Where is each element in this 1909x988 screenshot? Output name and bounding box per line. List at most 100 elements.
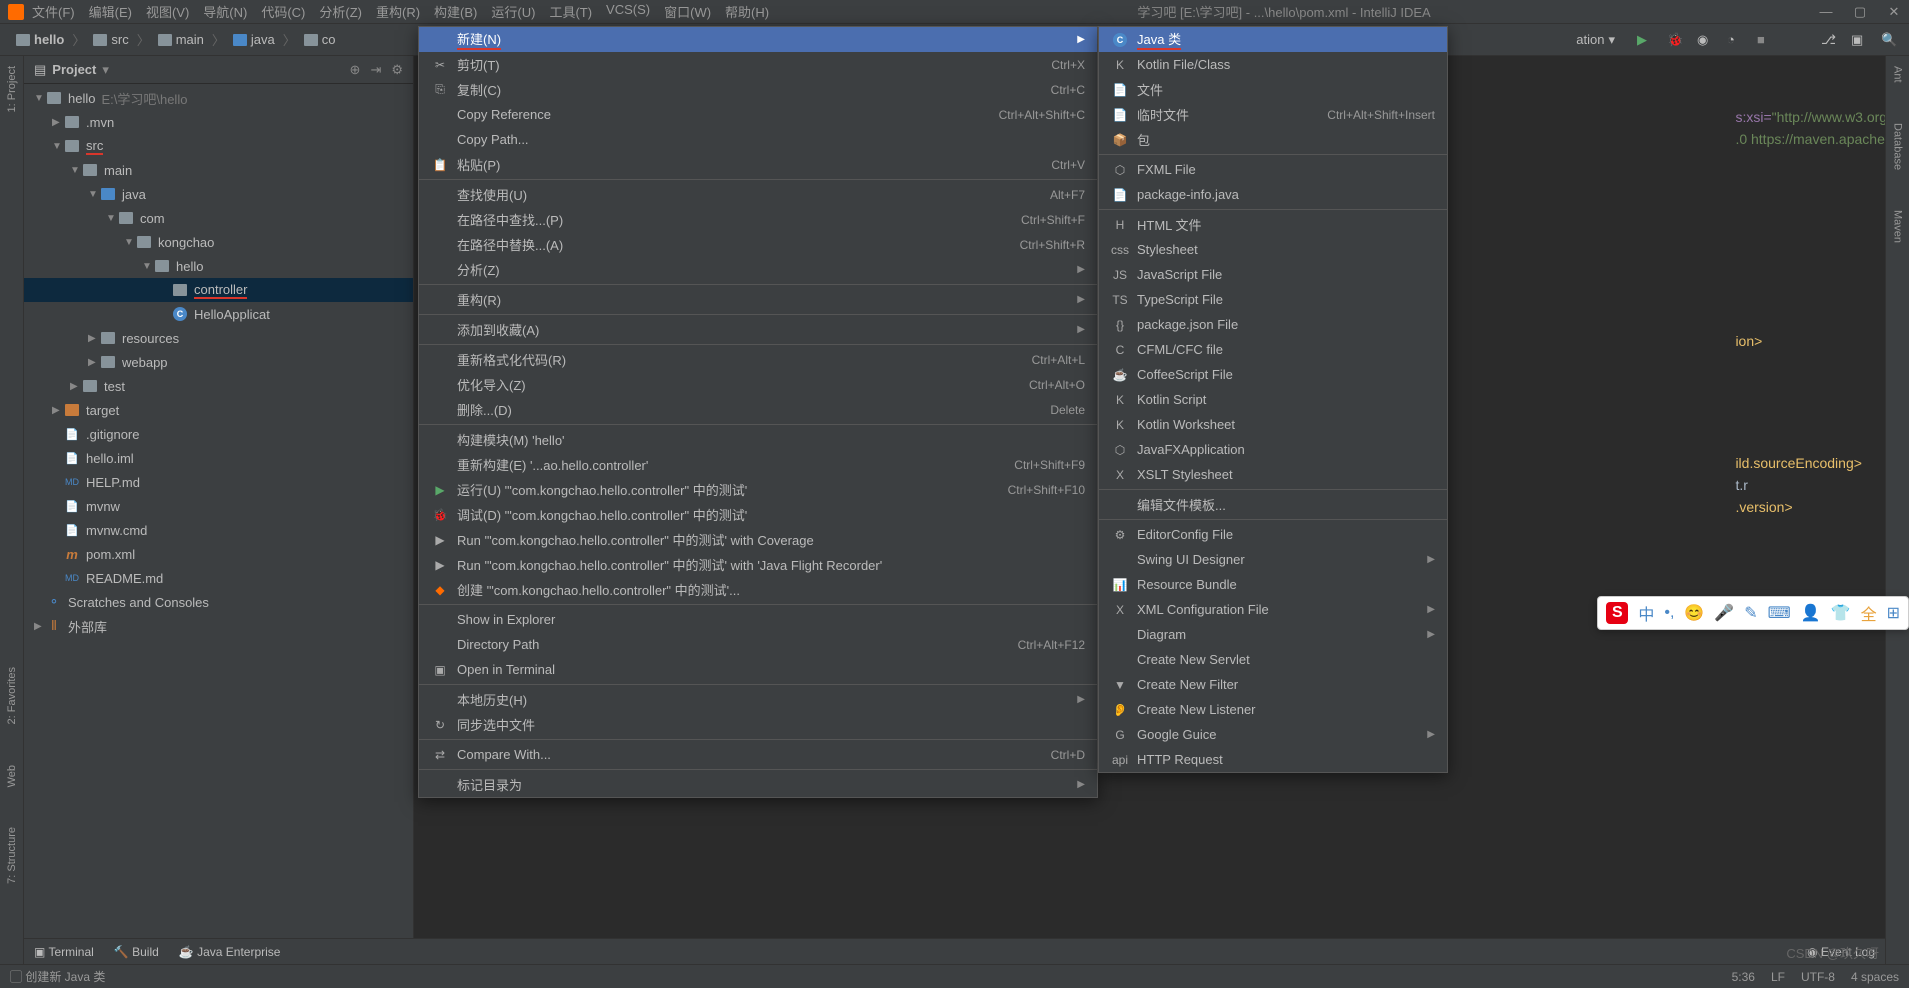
ime-grid-icon[interactable]: ⊞ xyxy=(1887,603,1900,623)
menu-file[interactable]: 文件(F) xyxy=(32,2,75,21)
coverage-icon[interactable]: ◉ xyxy=(1697,32,1713,48)
expand-arrow-icon[interactable]: ▶ xyxy=(88,333,100,344)
tree-node[interactable]: ▶resources xyxy=(24,326,413,350)
file-encoding[interactable]: UTF-8 xyxy=(1801,970,1835,984)
menu-item[interactable]: 📋粘贴(P)Ctrl+V xyxy=(419,152,1097,177)
breadcrumb-item[interactable]: java xyxy=(229,30,279,49)
menu-item[interactable]: 分析(Z)▶ xyxy=(419,257,1097,282)
tree-node[interactable]: 📄.gitignore xyxy=(24,422,413,446)
java-enterprise-tab[interactable]: ☕ Java Enterprise xyxy=(179,945,281,959)
menu-item[interactable]: Copy Path... xyxy=(419,127,1097,152)
menu-item[interactable]: KKotlin Script xyxy=(1099,387,1447,412)
stop-icon[interactable]: ■ xyxy=(1757,32,1773,48)
menu-item[interactable]: Show in Explorer xyxy=(419,607,1097,632)
menu-item[interactable]: 新建(N)▶ xyxy=(419,27,1097,52)
menu-item[interactable]: 重构(R)▶ xyxy=(419,287,1097,312)
minimize-icon[interactable]: — xyxy=(1819,5,1833,19)
expand-arrow-icon[interactable]: ▶ xyxy=(70,381,82,392)
expand-arrow-icon[interactable]: ▶ xyxy=(52,405,64,416)
menu-item[interactable]: cssStylesheet xyxy=(1099,237,1447,262)
expand-arrow-icon[interactable]: ▼ xyxy=(106,213,118,224)
debug-icon[interactable]: 🐞 xyxy=(1667,32,1683,48)
tree-node[interactable]: 📄mvnw.cmd xyxy=(24,518,413,542)
menu-item[interactable]: KKotlin Worksheet xyxy=(1099,412,1447,437)
menu-item[interactable]: CCFML/CFC file xyxy=(1099,337,1447,362)
menu-item[interactable]: 🐞调试(D) '"com.kongchao.hello.controller" … xyxy=(419,502,1097,527)
menu-item[interactable]: ⎘复制(C)Ctrl+C xyxy=(419,77,1097,102)
menu-item[interactable]: ▶Run '"com.kongchao.hello.controller" 中的… xyxy=(419,527,1097,552)
breadcrumb-item[interactable]: src xyxy=(89,30,132,49)
menu-item[interactable]: 标记目录为▶ xyxy=(419,772,1097,797)
search-icon[interactable]: 🔍 xyxy=(1881,32,1897,48)
ime-skin-icon[interactable]: 👕 xyxy=(1831,603,1851,623)
structure-tool-button[interactable]: 7: Structure xyxy=(6,827,18,884)
menu-item[interactable]: ↻同步选中文件 xyxy=(419,712,1097,737)
breadcrumb-item[interactable]: hello xyxy=(12,30,68,49)
menu-item[interactable]: ⬡FXML File xyxy=(1099,157,1447,182)
tree-node[interactable]: MDREADME.md xyxy=(24,566,413,590)
tree-node[interactable]: mpom.xml xyxy=(24,542,413,566)
menu-item[interactable]: 优化导入(Z)Ctrl+Alt+O xyxy=(419,372,1097,397)
ime-voice-icon[interactable]: 🎤 xyxy=(1714,603,1734,623)
tree-node[interactable]: ▼com xyxy=(24,206,413,230)
maven-tool-button[interactable]: Maven xyxy=(1892,210,1904,243)
tree-node[interactable]: ▶webapp xyxy=(24,350,413,374)
menu-item[interactable]: 📄package-info.java xyxy=(1099,182,1447,207)
menu-help[interactable]: 帮助(H) xyxy=(725,2,769,21)
menu-item[interactable]: HHTML 文件 xyxy=(1099,212,1447,237)
ime-keyboard-icon[interactable]: ⌨ xyxy=(1768,603,1791,623)
breadcrumb-item[interactable]: main xyxy=(154,30,208,49)
menu-vcs[interactable]: VCS(S) xyxy=(606,2,650,21)
expand-arrow-icon[interactable]: ▼ xyxy=(34,93,46,104)
menu-item[interactable]: 删除...(D)Delete xyxy=(419,397,1097,422)
expand-arrow-icon[interactable]: ▼ xyxy=(142,261,154,272)
menu-item[interactable]: {}package.json File xyxy=(1099,312,1447,337)
project-tree[interactable]: ▼helloE:\学习吧\hello▶.mvn▼src▼main▼java▼co… xyxy=(24,84,413,964)
menu-item[interactable]: 重新构建(E) '...ao.hello.controller'Ctrl+Shi… xyxy=(419,452,1097,477)
menu-item[interactable]: ▶Run '"com.kongchao.hello.controller" 中的… xyxy=(419,552,1097,577)
ime-emoji-icon[interactable]: 😊 xyxy=(1684,603,1704,623)
indent-info[interactable]: 4 spaces xyxy=(1851,970,1899,984)
ime-toolbar[interactable]: S 中 •, 😊 🎤 ✎ ⌨ 👤 👕 全 ⊞ xyxy=(1597,596,1909,630)
tree-node[interactable]: 📄mvnw xyxy=(24,494,413,518)
menu-item[interactable]: ☕CoffeeScript File xyxy=(1099,362,1447,387)
menu-item[interactable]: 📦包 xyxy=(1099,127,1447,152)
project-tool-button[interactable]: 1: Project xyxy=(6,66,18,112)
ant-tool-button[interactable]: Ant xyxy=(1892,66,1904,83)
ime-lang[interactable]: 中 xyxy=(1638,601,1654,625)
menu-item[interactable]: TSTypeScript File xyxy=(1099,287,1447,312)
line-separator[interactable]: LF xyxy=(1771,970,1785,984)
profiler-icon[interactable]: ◔ xyxy=(1727,32,1743,48)
menu-item[interactable]: ✂剪切(T)Ctrl+X xyxy=(419,52,1097,77)
tree-node[interactable]: CHelloApplicat xyxy=(24,302,413,326)
ime-user-icon[interactable]: 👤 xyxy=(1801,603,1821,623)
breadcrumb-item[interactable]: co xyxy=(300,30,340,49)
tree-node[interactable]: ▼kongchao xyxy=(24,230,413,254)
menu-item[interactable]: ⇄Compare With...Ctrl+D xyxy=(419,742,1097,767)
menu-item[interactable]: ▣Open in Terminal xyxy=(419,657,1097,682)
menu-item[interactable]: 重新格式化代码(R)Ctrl+Alt+L xyxy=(419,347,1097,372)
menu-item[interactable]: ⬡JavaFXApplication xyxy=(1099,437,1447,462)
menu-run[interactable]: 运行(U) xyxy=(491,2,535,21)
build-tab[interactable]: 🔨 Build xyxy=(114,945,159,959)
favorites-tool-button[interactable]: 2: Favorites xyxy=(6,667,18,724)
menu-build[interactable]: 构建(B) xyxy=(434,2,477,21)
menu-item[interactable]: ▶运行(U) '"com.kongchao.hello.controller" … xyxy=(419,477,1097,502)
menu-item[interactable]: Diagram▶ xyxy=(1099,622,1447,647)
database-tool-button[interactable]: Database xyxy=(1892,123,1904,170)
menu-item[interactable]: 📊Resource Bundle xyxy=(1099,572,1447,597)
menu-item[interactable]: CJava 类 xyxy=(1099,27,1447,52)
menu-item[interactable]: Directory PathCtrl+Alt+F12 xyxy=(419,632,1097,657)
menu-item[interactable]: ⚙EditorConfig File xyxy=(1099,522,1447,547)
git-icon[interactable]: ⎇ xyxy=(1821,32,1837,48)
tree-node[interactable]: ▶test xyxy=(24,374,413,398)
web-tool-button[interactable]: Web xyxy=(6,765,18,787)
menu-item[interactable]: Swing UI Designer▶ xyxy=(1099,547,1447,572)
menu-refactor[interactable]: 重构(R) xyxy=(376,2,420,21)
expand-arrow-icon[interactable]: ▼ xyxy=(124,237,136,248)
menu-item[interactable]: 📄文件 xyxy=(1099,77,1447,102)
expand-arrow-icon[interactable]: ▼ xyxy=(88,189,100,200)
menu-tools[interactable]: 工具(T) xyxy=(549,2,592,21)
menu-item[interactable]: 编辑文件模板... xyxy=(1099,492,1447,517)
menu-item[interactable]: 本地历史(H)▶ xyxy=(419,687,1097,712)
